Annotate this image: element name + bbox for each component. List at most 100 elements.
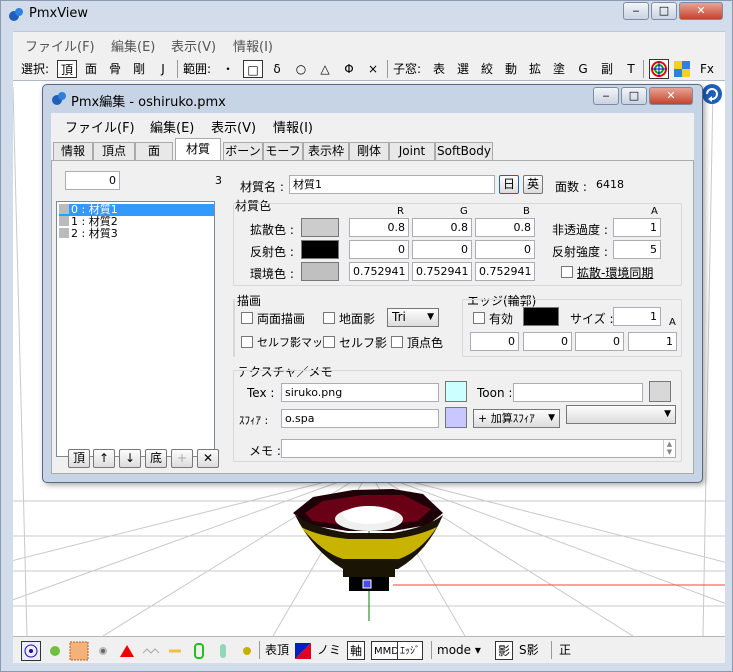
menu-info[interactable]: 情報(I) — [233, 36, 273, 55]
spec-power-input[interactable]: 5 — [613, 240, 661, 259]
minimize-button[interactable]: ‒ — [623, 2, 649, 20]
memo-scrollbar[interactable]: ▲ ▼ — [663, 440, 675, 457]
delete-material-button[interactable]: ✕ — [197, 449, 219, 468]
edge-r-input[interactable]: 0 — [470, 332, 519, 351]
sphere-mode-select[interactable]: + 加算ｽﾌｨｱ ▼ — [473, 409, 560, 428]
edge-a-input[interactable]: 1 — [628, 332, 677, 351]
menu-file[interactable]: ファイル(F) — [25, 36, 95, 55]
child-paint-button[interactable]: 塗 — [551, 60, 567, 78]
tab-vertex[interactable]: 頂点 — [93, 142, 135, 160]
editor-close-button[interactable]: ✕ — [649, 87, 693, 105]
triangle-icon[interactable] — [117, 641, 137, 661]
ground-shadow-checkbox[interactable] — [323, 312, 335, 324]
show-vertex-button[interactable]: 表頂 — [265, 641, 289, 660]
axis-button[interactable]: 軸 — [347, 641, 366, 660]
select-face-button[interactable]: 面 — [83, 60, 99, 78]
child-sub-button[interactable]: 副 — [599, 60, 615, 78]
move-bottom-button[interactable]: 底 — [145, 449, 167, 468]
range-triangle-button[interactable]: △ — [317, 60, 333, 78]
tex-preview-swatch[interactable] — [445, 381, 467, 402]
diffuse-g-input[interactable]: 0.8 — [412, 218, 472, 237]
add-material-button[interactable]: + — [171, 449, 193, 468]
tab-material[interactable]: 材質 — [175, 138, 221, 160]
texture-icon[interactable] — [69, 641, 89, 661]
specular-r-input[interactable]: 0 — [349, 240, 409, 259]
range-clear-button[interactable]: × — [365, 60, 381, 78]
tab-info[interactable]: 情報 — [53, 142, 93, 160]
specular-b-input[interactable]: 0 — [475, 240, 535, 259]
sphere-preview-swatch[interactable] — [445, 407, 467, 428]
edge-button[interactable]: ｴｯｼﾞ — [397, 641, 423, 660]
editor-minimize-button[interactable]: ‒ — [593, 87, 619, 105]
color-wheel-icon[interactable] — [649, 59, 669, 79]
child-select-button[interactable]: 選 — [455, 60, 471, 78]
tab-joint[interactable]: Joint — [389, 142, 435, 160]
ambient-b-input[interactable]: 0.752941 — [475, 262, 535, 281]
ortho-button[interactable]: 正 — [559, 641, 571, 660]
target-icon[interactable] — [21, 641, 41, 661]
child-table-button[interactable]: 表 — [431, 60, 447, 78]
self-shadow-button[interactable]: S影 — [519, 641, 539, 660]
list-item[interactable]: 2 : 材質3 — [59, 228, 214, 240]
rigid-body-icon[interactable] — [189, 641, 209, 661]
child-scale-button[interactable]: 拡 — [527, 60, 543, 78]
self-shadow-checkbox[interactable] — [323, 336, 335, 348]
capsule-icon[interactable] — [213, 641, 233, 661]
specular-color-swatch[interactable] — [301, 240, 339, 259]
double-side-checkbox[interactable] — [241, 312, 253, 324]
select-body-button[interactable]: 剛 — [131, 60, 147, 78]
child-filter-button[interactable]: 絞 — [479, 60, 495, 78]
tab-bone[interactable]: ボーン — [223, 142, 263, 160]
fx-button[interactable]: Fx — [697, 60, 717, 78]
range-point-button[interactable]: ・ — [221, 60, 235, 78]
tab-rigid-body[interactable]: 剛体 — [349, 142, 389, 160]
editor-maximize-button[interactable]: □ — [621, 87, 647, 105]
grid-view-icon[interactable] — [673, 60, 691, 78]
editor-menu-edit[interactable]: 編集(E) — [150, 117, 194, 136]
tab-display-frame[interactable]: 表示枠 — [303, 142, 349, 160]
range-phi-button[interactable]: Φ — [341, 60, 357, 78]
child-g-button[interactable]: G — [575, 60, 591, 78]
select-bone-button[interactable]: 骨 — [107, 60, 123, 78]
child-move-button[interactable]: 動 — [503, 60, 519, 78]
maximize-button[interactable]: □ — [651, 2, 677, 20]
range-circle-button[interactable]: ○ — [293, 60, 309, 78]
range-rect-button[interactable]: □ — [243, 60, 263, 78]
edge-g-input[interactable]: 0 — [523, 332, 572, 351]
menu-view[interactable]: 表示(V) — [171, 36, 216, 55]
bone-icon[interactable] — [165, 641, 185, 661]
menu-edit[interactable]: 編集(E) — [111, 36, 155, 55]
tab-softbody[interactable]: SoftBody — [435, 142, 493, 160]
lang-jp-button[interactable]: 日 — [499, 175, 519, 194]
ambient-g-input[interactable]: 0.752941 — [412, 262, 472, 281]
select-vertex-button[interactable]: 頂 — [57, 60, 77, 78]
diffuse-r-input[interactable]: 0.8 — [349, 218, 409, 237]
editor-menu-info[interactable]: 情報(I) — [273, 117, 313, 136]
child-t-button[interactable]: T — [623, 60, 639, 78]
editor-menu-file[interactable]: ファイル(F) — [65, 117, 135, 136]
toon-input[interactable] — [513, 383, 643, 402]
sphere-input[interactable]: o.spa — [281, 409, 439, 428]
sparkle-icon[interactable] — [45, 641, 65, 661]
joint-icon[interactable] — [237, 641, 257, 661]
toon-preset-select[interactable]: ▼ — [566, 405, 676, 424]
material-index-input[interactable]: 0 — [65, 171, 120, 190]
tex-input[interactable]: siruko.png — [281, 383, 439, 402]
rotate-camera-icon[interactable] — [701, 83, 723, 105]
toon-preview-swatch[interactable] — [649, 381, 671, 402]
close-button[interactable]: ✕ — [679, 2, 723, 20]
edge-color-swatch[interactable] — [523, 307, 559, 326]
point-icon[interactable] — [93, 641, 113, 661]
move-top-button[interactable]: 頂 — [68, 449, 90, 468]
edge-size-input[interactable]: 1 — [613, 307, 661, 326]
mode-dropdown[interactable]: mode ▾ — [437, 641, 481, 660]
sync-label[interactable]: 拡散-環境同期 — [577, 264, 653, 281]
draw-mode-select[interactable]: Tri ▼ — [387, 308, 439, 327]
lang-en-button[interactable]: 英 — [523, 175, 543, 194]
ambient-color-swatch[interactable] — [301, 262, 339, 281]
move-up-button[interactable]: ↑ — [93, 449, 115, 468]
tab-morph[interactable]: モーフ — [263, 142, 303, 160]
material-list[interactable]: 0 : 材質1 1 : 材質2 2 : 材質3 — [56, 201, 215, 457]
alpha-input[interactable]: 1 — [613, 218, 661, 237]
self-shadow-map-checkbox[interactable] — [241, 336, 253, 348]
